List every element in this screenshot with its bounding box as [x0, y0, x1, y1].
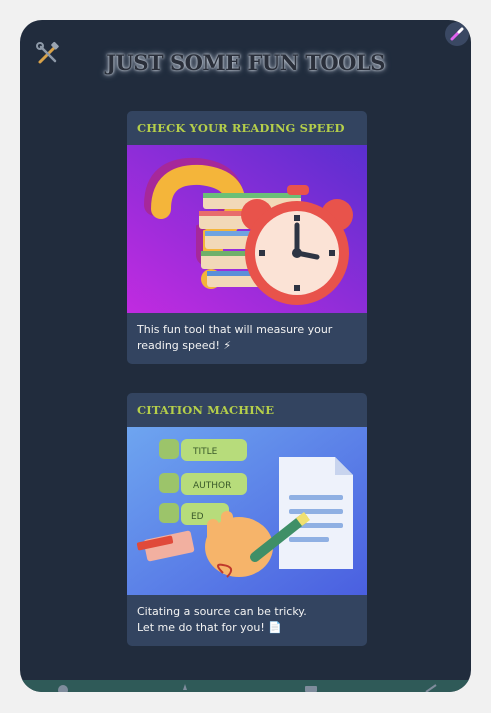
- label-ed: ED: [191, 512, 204, 522]
- books-alarm-clock-illustration: [127, 145, 367, 313]
- page-title: JUST SOME FUN TOOLS: [106, 50, 385, 75]
- note-icon[interactable]: [304, 684, 318, 692]
- app-screen: JUST SOME FUN TOOLS CHECK YOUR READING S…: [20, 20, 471, 692]
- label-author: AUTHOR: [193, 481, 231, 491]
- card-title: CHECK YOUR READING SPEED: [137, 121, 345, 135]
- magic-wand-icon: [450, 27, 464, 41]
- label-title: TITLE: [192, 447, 218, 457]
- card-title: CITATION MACHINE: [137, 403, 275, 417]
- citation-illustration: TITLE AUTHOR ED: [127, 427, 367, 595]
- location-icon[interactable]: [56, 684, 70, 692]
- tools-icon[interactable]: [424, 684, 438, 692]
- star-icon[interactable]: [178, 684, 192, 692]
- bottom-nav: [20, 680, 471, 692]
- card-description: This fun tool that will measure your rea…: [137, 323, 333, 352]
- card-description: Citating a source can be tricky. Let me …: [137, 605, 307, 634]
- citation-machine-card[interactable]: CITATION MACHINE TITLE AUTHOR ED Citatin…: [127, 393, 367, 646]
- theme-toggle-button[interactable]: [445, 22, 469, 46]
- reading-speed-card[interactable]: CHECK YOUR READING SPEED This fun tool t…: [127, 111, 367, 364]
